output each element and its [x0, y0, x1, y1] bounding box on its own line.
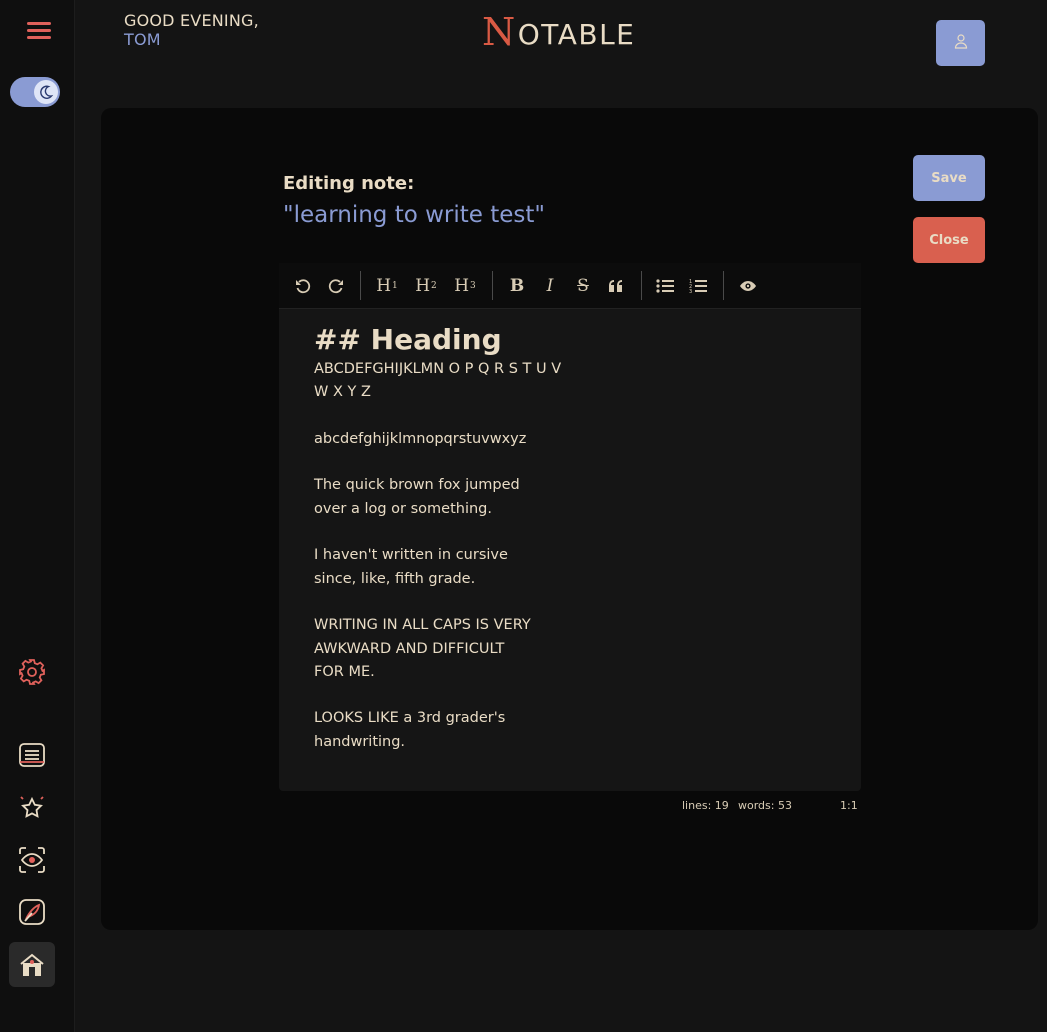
editing-label: Editing note:	[283, 173, 415, 194]
redo-icon[interactable]	[325, 275, 347, 297]
editor-content[interactable]: ## Heading ABCDEFGHIJKLMN O P Q R S T U …	[314, 323, 584, 754]
content-line: WRITING IN ALL CAPS IS VERY	[314, 617, 531, 634]
ordered-list-icon[interactable]: 123	[687, 275, 709, 297]
svg-text:3: 3	[689, 289, 692, 294]
greeting: GOOD EVENING, TOM	[124, 11, 259, 49]
line-count: lines: 19	[682, 799, 729, 812]
eye-icon[interactable]	[737, 275, 759, 297]
theme-toggle[interactable]	[10, 77, 60, 107]
toolbar-divider	[723, 271, 724, 300]
logo-initial: N	[482, 10, 517, 54]
home-icon[interactable]	[9, 942, 55, 987]
user-icon	[954, 33, 968, 53]
undo-icon[interactable]	[292, 275, 314, 297]
word-count: words: 53	[738, 799, 792, 812]
toolbar-divider	[641, 271, 642, 300]
markdown-editor[interactable]: H1 H2 H3 B I S 123 ## Heading ABCDEFGHIJ…	[279, 263, 861, 791]
editor-toolbar: H1 H2 H3 B I S 123	[279, 263, 861, 309]
save-button[interactable]: Save	[913, 155, 985, 201]
gear-icon[interactable]	[15, 655, 49, 689]
feather-icon[interactable]	[15, 895, 49, 929]
toolbar-divider	[360, 271, 361, 300]
greeting-text: GOOD EVENING,	[124, 11, 259, 30]
app-logo: N OTABLE	[482, 10, 636, 54]
sidebar	[0, 0, 75, 1032]
user-name: TOM	[124, 30, 161, 49]
content-line: FOR ME.	[314, 663, 375, 680]
italic-button[interactable]: I	[539, 275, 561, 297]
content-line: LOOKS LIKE a 3rd grader's	[314, 710, 506, 727]
moon-icon	[34, 80, 58, 104]
star-icon[interactable]	[15, 791, 49, 825]
close-button[interactable]: Close	[913, 217, 985, 263]
hamburger-menu-icon[interactable]	[27, 22, 51, 42]
bold-button[interactable]: B	[506, 275, 528, 297]
content-line: over a log or something.	[314, 500, 492, 517]
content-line: handwriting.	[314, 733, 406, 750]
content-line: AWKWARD AND DIFFICULT	[314, 640, 505, 657]
logo-text: OTABLE	[517, 18, 636, 51]
note-title: "learning to write test"	[283, 202, 546, 228]
strikethrough-button[interactable]: S	[572, 275, 594, 297]
notes-icon[interactable]	[15, 738, 49, 772]
content-line: since, like, fifth grade.	[314, 570, 476, 587]
heading-2-button[interactable]: H2	[415, 275, 437, 297]
content-line: W X Y Z	[314, 384, 371, 401]
content-line: abcdefghijklmnopqrstuvwxyz	[314, 430, 527, 447]
content-line: I haven't written in cursive	[314, 547, 508, 564]
heading-1-button[interactable]: H1	[376, 275, 398, 297]
heading-3-button[interactable]: H3	[454, 275, 476, 297]
quote-icon[interactable]	[605, 275, 627, 297]
content-line: The quick brown fox jumped	[314, 477, 520, 494]
toolbar-divider	[492, 271, 493, 300]
content-heading: ## Heading	[314, 323, 502, 356]
cursor-position: 1:1	[840, 799, 858, 812]
content-line: ABCDEFGHIJKLMN O P Q R S T U V	[314, 361, 562, 377]
eye-icon[interactable]	[15, 843, 49, 877]
user-profile-button[interactable]	[936, 20, 985, 66]
unordered-list-icon[interactable]	[654, 275, 676, 297]
